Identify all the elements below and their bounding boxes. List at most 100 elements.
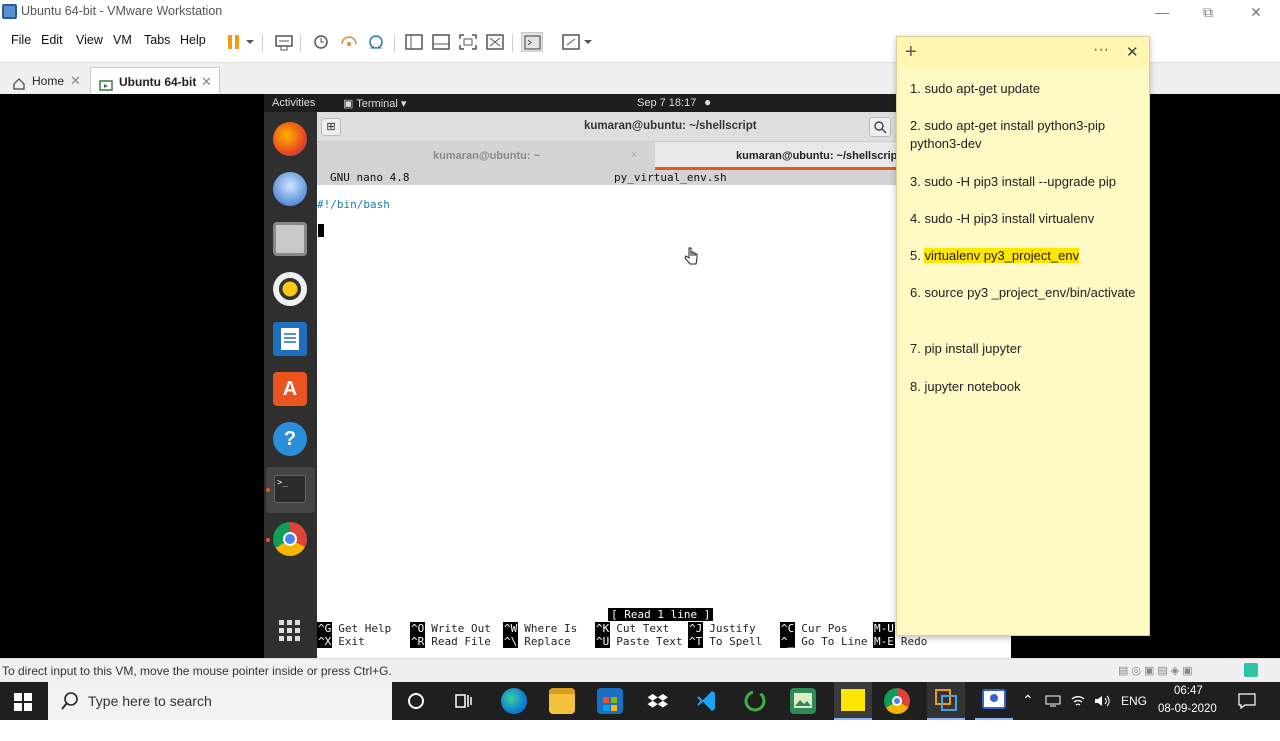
menu-edit[interactable]: Edit <box>41 33 63 47</box>
toolbar-divider <box>394 34 395 52</box>
sticky-notes-taskbar[interactable] <box>834 682 872 720</box>
tab-ubuntu-label: Ubuntu 64-bit <box>119 75 197 89</box>
sync-app-icon[interactable] <box>742 688 768 714</box>
terminal-app-menu[interactable]: ▣ Terminal ▾ <box>343 97 406 110</box>
gnome-clock[interactable]: Sep 7 18:17 <box>637 97 696 109</box>
show-library-icon[interactable] <box>403 32 425 52</box>
shortcut-label: To Spell <box>709 635 763 648</box>
store-icon[interactable] <box>597 688 623 714</box>
close-window-button[interactable]: ✕ <box>1236 2 1276 22</box>
thunderbird-icon[interactable] <box>273 172 307 206</box>
snapshot-icon[interactable] <box>310 32 332 52</box>
volume-icon[interactable] <box>1093 693 1111 712</box>
shortcut-label: Write Out <box>431 622 491 635</box>
shortcut-key: ^K <box>595 622 611 635</box>
console-view-icon[interactable] <box>521 32 543 52</box>
activities-button[interactable]: Activities <box>272 97 315 109</box>
tab-home[interactable]: Home ✕ <box>4 67 90 95</box>
shortcut-label: Get Help <box>338 622 392 635</box>
tab-ubuntu-64bit[interactable]: Ubuntu 64-bit ✕ <box>90 67 220 95</box>
add-note-icon[interactable]: + <box>905 41 917 64</box>
sticky-notes-icon <box>841 689 865 711</box>
stretch-guest-icon[interactable] <box>560 32 582 52</box>
vscode-icon[interactable] <box>694 688 720 714</box>
note-line-3: 3. sudo -H pip3 install --upgrade pip <box>910 174 1116 189</box>
device-icons[interactable]: ▤◎▣▤◈▣ <box>1118 664 1258 678</box>
taskbar-search[interactable]: Type here to search <box>48 682 392 720</box>
files-icon[interactable] <box>273 222 307 256</box>
menu-help[interactable]: Help <box>180 33 206 47</box>
message-log-icon[interactable] <box>1244 663 1258 677</box>
chrome-icon[interactable] <box>273 522 307 556</box>
note-line-8: 8. jupyter notebook <box>910 379 1021 394</box>
nano-filename: py_virtual_env.sh <box>614 171 727 184</box>
snapshot-manager-icon[interactable] <box>365 32 387 52</box>
shortcut-key: M-U <box>873 622 895 635</box>
window-titlebar: Ubuntu 64-bit - VMware Workstation — ⧉ ✕ <box>0 0 1280 24</box>
revert-snapshot-icon[interactable] <box>338 32 360 52</box>
ubuntu-dock: A ? >_ <box>264 112 317 658</box>
cortana-icon[interactable] <box>403 688 429 714</box>
vmware-taskbar[interactable] <box>927 682 965 720</box>
terminal-tab-2[interactable]: kumaran@ubuntu: ~/shellscript <box>655 142 898 170</box>
clock-date[interactable]: 08-09-2020 <box>1158 703 1217 741</box>
task-view-icon[interactable] <box>451 688 477 714</box>
file-explorer-icon[interactable] <box>549 688 575 714</box>
shortcut-item: ^J Justify <box>688 622 756 635</box>
shortcut-key: ^\ <box>503 635 519 648</box>
search-icon[interactable] <box>869 117 891 137</box>
menu-view[interactable]: View <box>76 33 103 47</box>
image-viewer-icon[interactable] <box>790 688 816 714</box>
shortcut-label: Justify <box>709 622 756 635</box>
toolbar-divider <box>262 34 263 52</box>
close-icon[interactable]: × <box>631 149 637 161</box>
shortcut-item: ^U Paste Text <box>595 635 682 648</box>
note-line-6: 6. source py3 _project_env/bin/activate <box>910 285 1136 300</box>
thumbnail-bar-icon[interactable] <box>430 32 452 52</box>
software-center-icon[interactable]: A <box>273 372 307 406</box>
menu-vm[interactable]: VM <box>113 33 132 47</box>
help-icon[interactable]: ? <box>273 422 307 456</box>
screen-recorder-taskbar[interactable] <box>975 682 1013 720</box>
language-indicator[interactable]: ENG <box>1121 694 1147 732</box>
close-icon[interactable]: ✕ <box>70 67 81 95</box>
show-applications-icon[interactable] <box>278 619 302 643</box>
shortcut-label: Where Is <box>524 622 578 635</box>
send-keys-icon[interactable] <box>273 32 295 52</box>
dock-active-terminal[interactable]: >_ <box>266 467 315 513</box>
shortcut-key: ^U <box>595 635 611 648</box>
wifi-icon[interactable] <box>1070 693 1086 712</box>
nano-editor[interactable]: #!/bin/bash <box>317 185 898 607</box>
close-icon[interactable]: ✕ <box>1126 43 1139 61</box>
chevron-up-icon[interactable]: ⌃ <box>1022 692 1034 730</box>
terminal-headerbar: ⊞ kumaran@ubuntu: ~/shellscript <box>317 112 898 142</box>
windows-start-icon[interactable] <box>14 693 32 711</box>
minimize-button[interactable]: — <box>1142 2 1182 22</box>
action-center-icon[interactable] <box>1238 693 1256 712</box>
writer-icon[interactable] <box>273 322 307 356</box>
fullscreen-icon[interactable] <box>457 32 479 52</box>
shortcut-label: Redo <box>900 635 928 648</box>
note-line-5-num: 5. <box>910 248 925 263</box>
rhythmbox-icon[interactable] <box>273 272 307 306</box>
chrome-taskbar-icon[interactable] <box>884 688 910 714</box>
shortcut-item: ^X Exit <box>317 635 365 648</box>
unity-mode-icon[interactable] <box>484 32 506 52</box>
toolbar-divider <box>512 34 513 52</box>
menu-tabs[interactable]: Tabs <box>144 33 170 47</box>
restore-button[interactable]: ⧉ <box>1188 2 1228 22</box>
more-options-icon[interactable]: ··· <box>1093 41 1109 59</box>
new-tab-icon[interactable]: ⊞ <box>321 118 341 136</box>
chevron-down-icon[interactable] <box>244 32 256 52</box>
edge-icon[interactable] <box>501 688 527 714</box>
note-line-2: 2. sudo apt-get install python3-pip pyth… <box>910 118 1106 151</box>
menu-file[interactable]: File <box>11 33 31 47</box>
dropbox-icon[interactable] <box>645 688 671 714</box>
sticky-note[interactable]: + ··· ✕ 1. sudo apt-get update 2. sudo a… <box>896 36 1150 636</box>
close-icon[interactable]: ✕ <box>201 68 212 96</box>
terminal-tab-1[interactable]: kumaran@ubuntu: ~ × <box>317 142 655 170</box>
chevron-down-icon[interactable] <box>582 32 594 52</box>
terminal-tab-2-label: kumaran@ubuntu: ~/shellscript <box>736 150 898 162</box>
network-icon[interactable] <box>1045 694 1061 711</box>
firefox-icon[interactable] <box>273 122 307 156</box>
